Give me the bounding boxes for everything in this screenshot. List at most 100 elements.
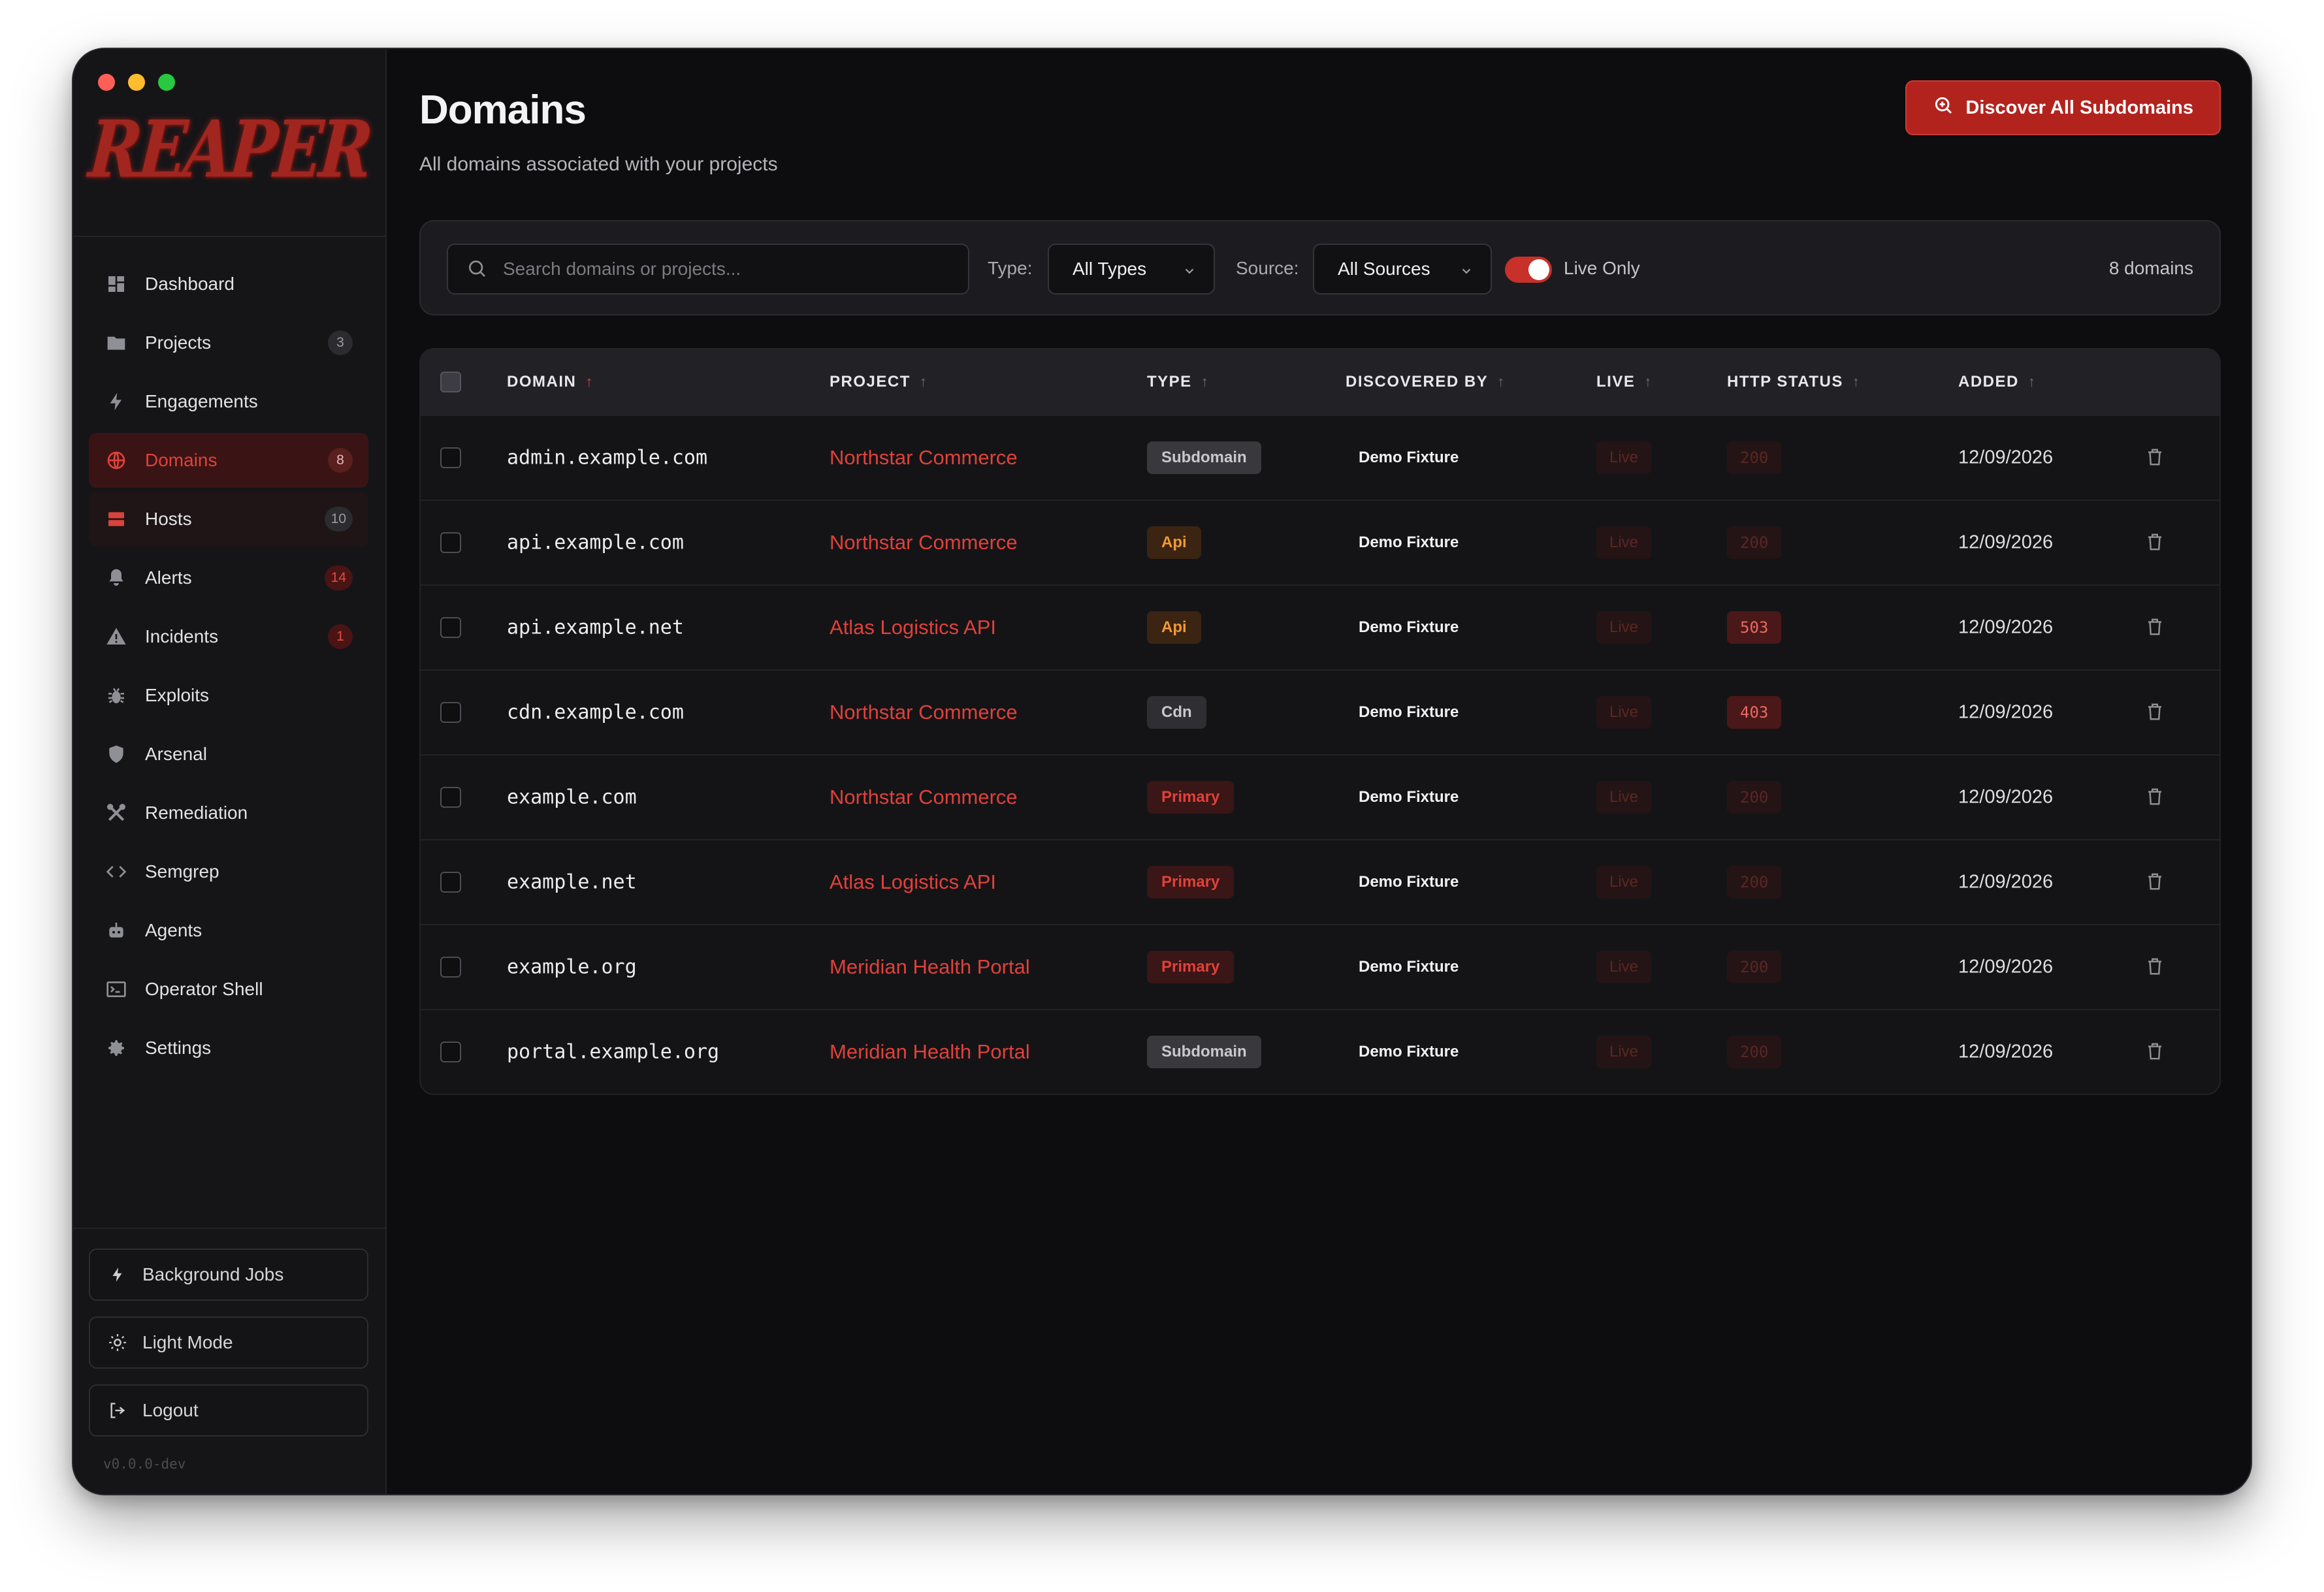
type-badge-label: Api — [1147, 611, 1201, 644]
added-date: 12/09/2026 — [1958, 1041, 2054, 1062]
project-link[interactable]: Atlas Logistics API — [830, 870, 996, 894]
trash-icon[interactable] — [2145, 872, 2166, 893]
project-link[interactable]: Meridian Health Portal — [830, 955, 1030, 979]
trash-icon[interactable] — [2145, 1042, 2166, 1062]
select-all-checkbox[interactable] — [440, 372, 461, 392]
project-link[interactable]: Meridian Health Portal — [830, 1040, 1030, 1064]
folder-icon — [105, 331, 128, 355]
trash-icon[interactable] — [2145, 702, 2166, 723]
http-status-value: 200 — [1727, 441, 1782, 474]
sidebar-item-projects[interactable]: Projects 3 — [89, 315, 368, 370]
live-badge: Live — [1596, 781, 1652, 814]
discovered-by: Demo Fixture — [1359, 618, 1459, 636]
row-checkbox[interactable] — [440, 447, 461, 468]
type-filter-value: All Types — [1073, 259, 1147, 279]
added-date: 12/09/2026 — [1958, 616, 2054, 638]
domain-name[interactable]: example.com — [507, 786, 637, 809]
table-row[interactable]: portal.example.org Meridian Health Porta… — [421, 1009, 2219, 1094]
domain-name[interactable]: api.example.com — [507, 532, 684, 554]
live-badge: Live — [1596, 866, 1652, 899]
column-header-live[interactable]: LIVE ↑ — [1596, 373, 1653, 391]
column-header-domain[interactable]: DOMAIN ↑ — [507, 373, 594, 391]
sidebar-item-exploits[interactable]: Exploits — [89, 668, 368, 723]
column-header-added[interactable]: ADDED ↑ — [1958, 373, 2036, 391]
domain-name[interactable]: admin.example.com — [507, 447, 707, 470]
trash-icon[interactable] — [2145, 617, 2166, 638]
project-link[interactable]: Atlas Logistics API — [830, 616, 996, 639]
chevron-down-icon — [1182, 262, 1197, 276]
maximize-window-button[interactable] — [158, 74, 175, 91]
row-checkbox[interactable] — [440, 532, 461, 553]
sidebar-item-arsenal[interactable]: Arsenal — [89, 727, 368, 782]
source-filter-select[interactable]: All Sources — [1313, 244, 1492, 295]
sidebar-item-incidents[interactable]: Incidents 1 — [89, 609, 368, 664]
sidebar-item-settings[interactable]: Settings — [89, 1021, 368, 1075]
table-row[interactable]: example.net Atlas Logistics API Primary … — [421, 839, 2219, 924]
project-link[interactable]: Northstar Commerce — [830, 531, 1018, 554]
domain-name[interactable]: cdn.example.com — [507, 701, 684, 724]
logout-button[interactable]: Logout — [89, 1384, 368, 1437]
theme-toggle-button[interactable]: Light Mode — [89, 1316, 368, 1369]
table-row[interactable]: api.example.net Atlas Logistics API Api … — [421, 584, 2219, 669]
project-link[interactable]: Northstar Commerce — [830, 701, 1018, 724]
domain-name[interactable]: portal.example.org — [507, 1041, 719, 1064]
bug-icon — [105, 684, 128, 707]
discover-subdomains-button[interactable]: Discover All Subdomains — [1905, 80, 2221, 135]
trash-icon[interactable] — [2145, 787, 2166, 808]
column-label: PROJECT — [830, 373, 911, 390]
project-link[interactable]: Northstar Commerce — [830, 786, 1018, 809]
table-row[interactable]: example.org Meridian Health Portal Prima… — [421, 924, 2219, 1009]
minimize-window-button[interactable] — [128, 74, 145, 91]
search-input[interactable] — [503, 259, 960, 279]
sidebar-item-hosts[interactable]: Hosts 10 — [89, 492, 368, 547]
sidebar-item-alerts[interactable]: Alerts 14 — [89, 550, 368, 605]
live-only-toggle[interactable] — [1505, 257, 1552, 283]
http-status-value: 200 — [1727, 781, 1782, 814]
row-checkbox[interactable] — [440, 702, 461, 723]
type-badge: Api — [1147, 611, 1201, 644]
row-checkbox[interactable] — [440, 617, 461, 638]
row-checkbox[interactable] — [440, 957, 461, 978]
live-badge: Live — [1596, 1036, 1652, 1068]
sidebar-item-remediation[interactable]: Remediation — [89, 786, 368, 840]
row-checkbox[interactable] — [440, 1042, 461, 1062]
sidebar-item-semgrep[interactable]: Semgrep — [89, 844, 368, 899]
column-header-discovered-by[interactable]: DISCOVERED BY ↑ — [1346, 373, 1506, 391]
trash-icon[interactable] — [2145, 447, 2166, 468]
table-row[interactable]: cdn.example.com Northstar Commerce Cdn D… — [421, 669, 2219, 754]
sidebar-item-domains[interactable]: Domains 8 — [89, 433, 368, 488]
added-date: 12/09/2026 — [1958, 532, 2054, 553]
main-content: Domains All domains associated with your… — [387, 49, 2251, 1494]
domains-table: DOMAIN ↑ PROJECT ↑ TYPE ↑ DISCOVERED BY ↑ LI… — [419, 348, 2221, 1095]
type-badge-label: Primary — [1147, 781, 1235, 814]
table-row[interactable]: api.example.com Northstar Commerce Api D… — [421, 500, 2219, 584]
column-header-type[interactable]: TYPE ↑ — [1147, 373, 1209, 391]
sidebar-item-dashboard[interactable]: Dashboard — [89, 257, 368, 311]
live-badge: Live — [1596, 696, 1652, 729]
row-checkbox[interactable] — [440, 787, 461, 808]
column-header-project[interactable]: PROJECT ↑ — [830, 373, 928, 391]
app-logo[interactable]: REAPER — [86, 103, 373, 195]
close-window-button[interactable] — [98, 74, 115, 91]
sidebar-item-agents[interactable]: Agents — [89, 903, 368, 958]
sidebar-item-engagements[interactable]: Engagements — [89, 374, 368, 429]
domain-name[interactable]: example.org — [507, 956, 637, 979]
type-filter-select[interactable]: All Types — [1048, 244, 1215, 295]
app-version: v0.0.0-dev — [103, 1456, 186, 1472]
trash-icon[interactable] — [2145, 957, 2166, 978]
row-checkbox[interactable] — [440, 872, 461, 893]
column-header-http-status[interactable]: HTTP STATUS ↑ — [1727, 373, 1860, 391]
column-label: TYPE — [1147, 373, 1192, 390]
count-badge: 14 — [324, 565, 353, 590]
domain-name[interactable]: example.net — [507, 871, 637, 894]
window-controls — [98, 74, 175, 91]
table-row[interactable]: admin.example.com Northstar Commerce Sub… — [421, 415, 2219, 500]
sidebar-item-operator-shell[interactable]: Operator Shell — [89, 962, 368, 1017]
sidebar-item-label: Engagements — [145, 391, 258, 411]
domain-name[interactable]: api.example.net — [507, 616, 684, 639]
trash-icon[interactable] — [2145, 532, 2166, 553]
project-link[interactable]: Northstar Commerce — [830, 446, 1018, 470]
table-row[interactable]: example.com Northstar Commerce Primary D… — [421, 754, 2219, 839]
sidebar-item-label: Projects — [145, 332, 212, 353]
background-jobs-button[interactable]: Background Jobs — [89, 1249, 368, 1301]
